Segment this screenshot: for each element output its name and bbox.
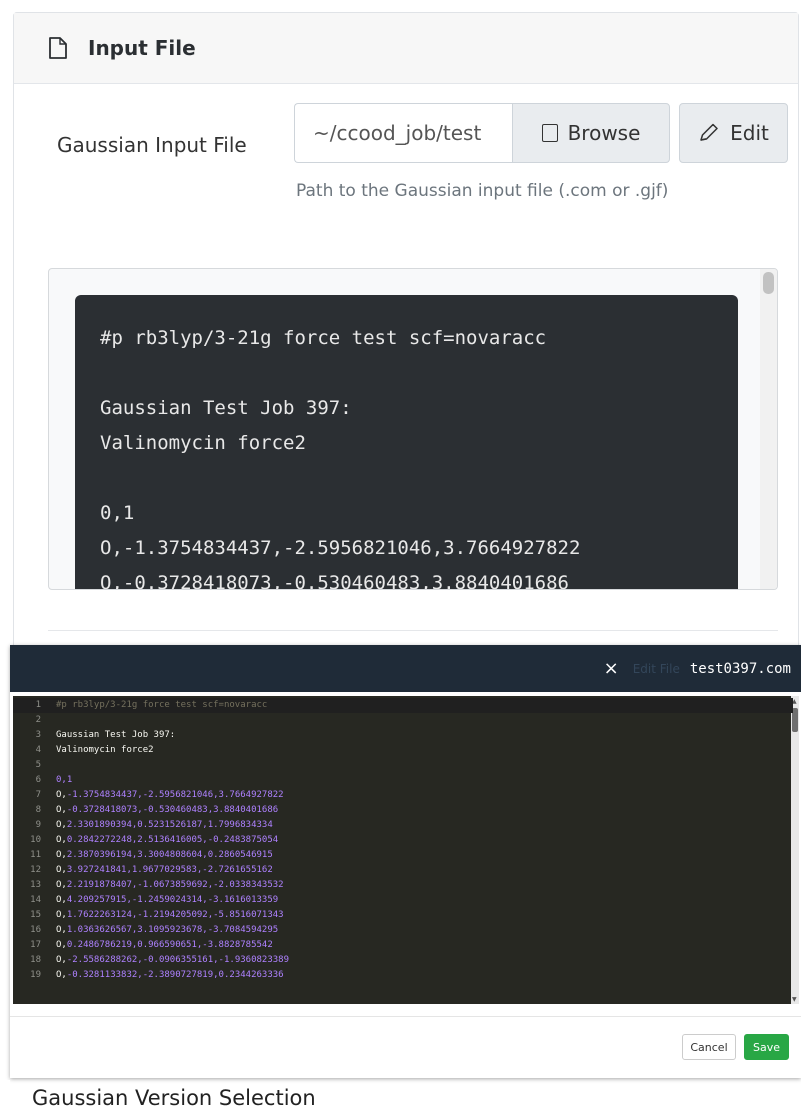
line-content: O,3.927241841,1.9677029583,-2.7261655162 — [56, 865, 273, 875]
line-content: #p rb3lyp/3-21g force test scf=novaracc — [56, 700, 268, 710]
preview-line — [100, 356, 713, 391]
preview-line: #p rb3lyp/3-21g force test scf=novaracc — [100, 327, 547, 349]
line-number: 18 — [30, 955, 41, 965]
line-number: 16 — [30, 925, 41, 935]
editor-line[interactable]: 1 #p rb3lyp/3-21g force test scf=novaracc — [13, 698, 793, 713]
line-number: 14 — [30, 895, 41, 905]
preview-line: O,-1.3754834437,-2.5956821046,3.76649278… — [100, 537, 581, 559]
line-content: O,-0.3281133832,-2.3890727819,0.23442633… — [56, 970, 284, 980]
path-input-group: Browse — [294, 103, 690, 163]
line-number: 9 — [35, 820, 41, 830]
modal-title: Edit File — [632, 661, 680, 676]
editor-line[interactable]: 19 O,-0.3281133832,-2.3890727819,0.234426… — [13, 968, 793, 983]
modal-title-bar: × Edit File test0397.com — [10, 645, 801, 692]
close-icon[interactable]: × — [604, 658, 619, 679]
line-number: 13 — [30, 880, 41, 890]
editor-line[interactable]: 8 O,-0.3728418073,-0.530460483,3.88404016… — [13, 803, 793, 818]
line-content: O,4.209257915,-1.2459024314,-3.161601335… — [56, 895, 279, 905]
preview-line — [100, 461, 713, 496]
input-file-card: Input File Gaussian Input File Browse Ed… — [13, 12, 799, 662]
line-number: 10 — [30, 835, 41, 845]
line-number: 6 — [35, 775, 41, 785]
line-number: 17 — [30, 940, 41, 950]
line-content: O,1.0363626567,3.1095923678,-3.708459429… — [56, 925, 279, 935]
line-number: 5 — [35, 760, 41, 770]
line-content: O,2.3870396194,3.3004808604,0.2860546915 — [56, 850, 273, 860]
editor-line[interactable]: 11 O,2.3870396194,3.3004808604,0.28605469… — [13, 848, 793, 863]
editor-line[interactable]: 10 O,0.2842272248,2.5136416005,-0.2483875… — [13, 833, 793, 848]
card-header: Input File — [14, 13, 798, 84]
line-number: 1 — [35, 700, 41, 710]
editor-line[interactable]: 7 O,-1.3754834437,-2.5956821046,3.7664927… — [13, 788, 793, 803]
preview-scrollbar[interactable] — [760, 269, 777, 589]
line-number: 7 — [35, 790, 41, 800]
line-number: 19 — [30, 970, 41, 980]
edit-button[interactable]: Edit — [679, 103, 788, 163]
cancel-button[interactable]: Cancel — [682, 1034, 736, 1060]
preview-line: Valinomycin force2 — [100, 432, 306, 454]
file-preview-panel[interactable]: #p rb3lyp/3-21g force test scf=novaracc … — [48, 268, 778, 590]
browse-label: Browse — [567, 121, 641, 145]
editor-line[interactable]: 2 — [13, 713, 793, 728]
file-icon — [49, 37, 67, 59]
card-title: Input File — [88, 36, 196, 60]
preview-line: Gaussian Test Job 397: — [100, 397, 352, 419]
line-number: 11 — [30, 850, 41, 860]
save-button[interactable]: Save — [744, 1034, 789, 1060]
preview-scroll-thumb[interactable] — [763, 272, 774, 294]
editor-line[interactable]: 3 Gaussian Test Job 397: — [13, 728, 793, 743]
preview-line: O,-0.3728418073,-0.530460483,3.884040168… — [100, 572, 569, 590]
editor-line[interactable]: 13 O,2.2191878407,-1.0673859692,-2.033834… — [13, 878, 793, 893]
line-content: O,-0.3728418073,-0.530460483,3.884040168… — [56, 805, 279, 815]
line-content: O,-1.3754834437,-2.5956821046,3.76649278… — [56, 790, 284, 800]
editor-line[interactable]: 12 O,3.927241841,1.9677029583,-2.72616551… — [13, 863, 793, 878]
line-content: Gaussian Test Job 397: — [56, 730, 176, 740]
modal-footer-divider — [10, 1016, 801, 1017]
line-number: 15 — [30, 910, 41, 920]
line-number: 2 — [35, 715, 41, 725]
editor-line[interactable]: 4 Valinomycin force2 — [13, 743, 793, 758]
file-preview-code: #p rb3lyp/3-21g force test scf=novaracc … — [75, 295, 738, 590]
pencil-icon — [700, 123, 718, 141]
line-number: 4 — [35, 745, 41, 755]
editor-line[interactable]: 15 O,1.7622263124,-1.2194205092,-5.851607… — [13, 908, 793, 923]
line-content: O,1.7622263124,-1.2194205092,-5.85160713… — [56, 910, 284, 920]
line-content: O,0.2486786219,0.966590651,-3.8828785542 — [56, 940, 273, 950]
input-file-row: Gaussian Input File Browse Edit Path to … — [14, 103, 798, 201]
editor-line[interactable]: 6 0,1 — [13, 773, 793, 788]
line-number: 3 — [35, 730, 41, 740]
input-file-path-field[interactable] — [294, 103, 512, 163]
code-editor[interactable]: ▲ ▼ 1 #p rb3lyp/3-21g force test scf=nova… — [13, 696, 799, 1004]
input-file-help-text: Path to the Gaussian input file (.com or… — [296, 181, 669, 201]
preview-line: 0,1 — [100, 502, 135, 524]
line-number: 12 — [30, 865, 41, 875]
line-content: 0,1 — [56, 775, 73, 785]
line-content: Valinomycin force2 — [56, 745, 154, 755]
line-content: O,-2.5586288262,-0.0906355161,-1.9360823… — [56, 955, 290, 965]
edit-file-modal: × Edit File test0397.com ▲ ▼ 1 #p rb3lyp/… — [10, 645, 801, 1078]
editor-line[interactable]: 5 — [13, 758, 793, 773]
card-divider — [48, 630, 778, 631]
line-number: 8 — [35, 805, 41, 815]
modal-filename: test0397.com — [689, 660, 791, 677]
scroll-down-icon[interactable]: ▼ — [792, 996, 797, 1003]
square-icon — [541, 124, 558, 142]
gaussian-version-heading: Gaussian Version Selection — [32, 1086, 316, 1110]
editor-line[interactable]: 16 O,1.0363626567,3.1095923678,-3.7084594… — [13, 923, 793, 938]
editor-line[interactable]: 18 O,-2.5586288262,-0.0906355161,-1.93608… — [13, 953, 793, 968]
edit-label: Edit — [730, 121, 769, 145]
line-content: O,2.2191878407,-1.0673859692,-2.03383435… — [56, 880, 284, 890]
editor-line[interactable]: 17 O,0.2486786219,0.966590651,-3.88287855… — [13, 938, 793, 953]
line-content: O,2.3301890394,0.5231526187,1.7996834334 — [56, 820, 273, 830]
line-content: O,0.2842272248,2.5136416005,-0.248387505… — [56, 835, 279, 845]
gaussian-input-file-label: Gaussian Input File — [57, 133, 247, 157]
browse-button[interactable]: Browse — [512, 103, 670, 163]
page-edge — [0, 1080, 10, 1108]
editor-line[interactable]: 9 O,2.3301890394,0.5231526187,1.799683433… — [13, 818, 793, 833]
editor-line[interactable]: 14 O,4.209257915,-1.2459024314,-3.1616013… — [13, 893, 793, 908]
